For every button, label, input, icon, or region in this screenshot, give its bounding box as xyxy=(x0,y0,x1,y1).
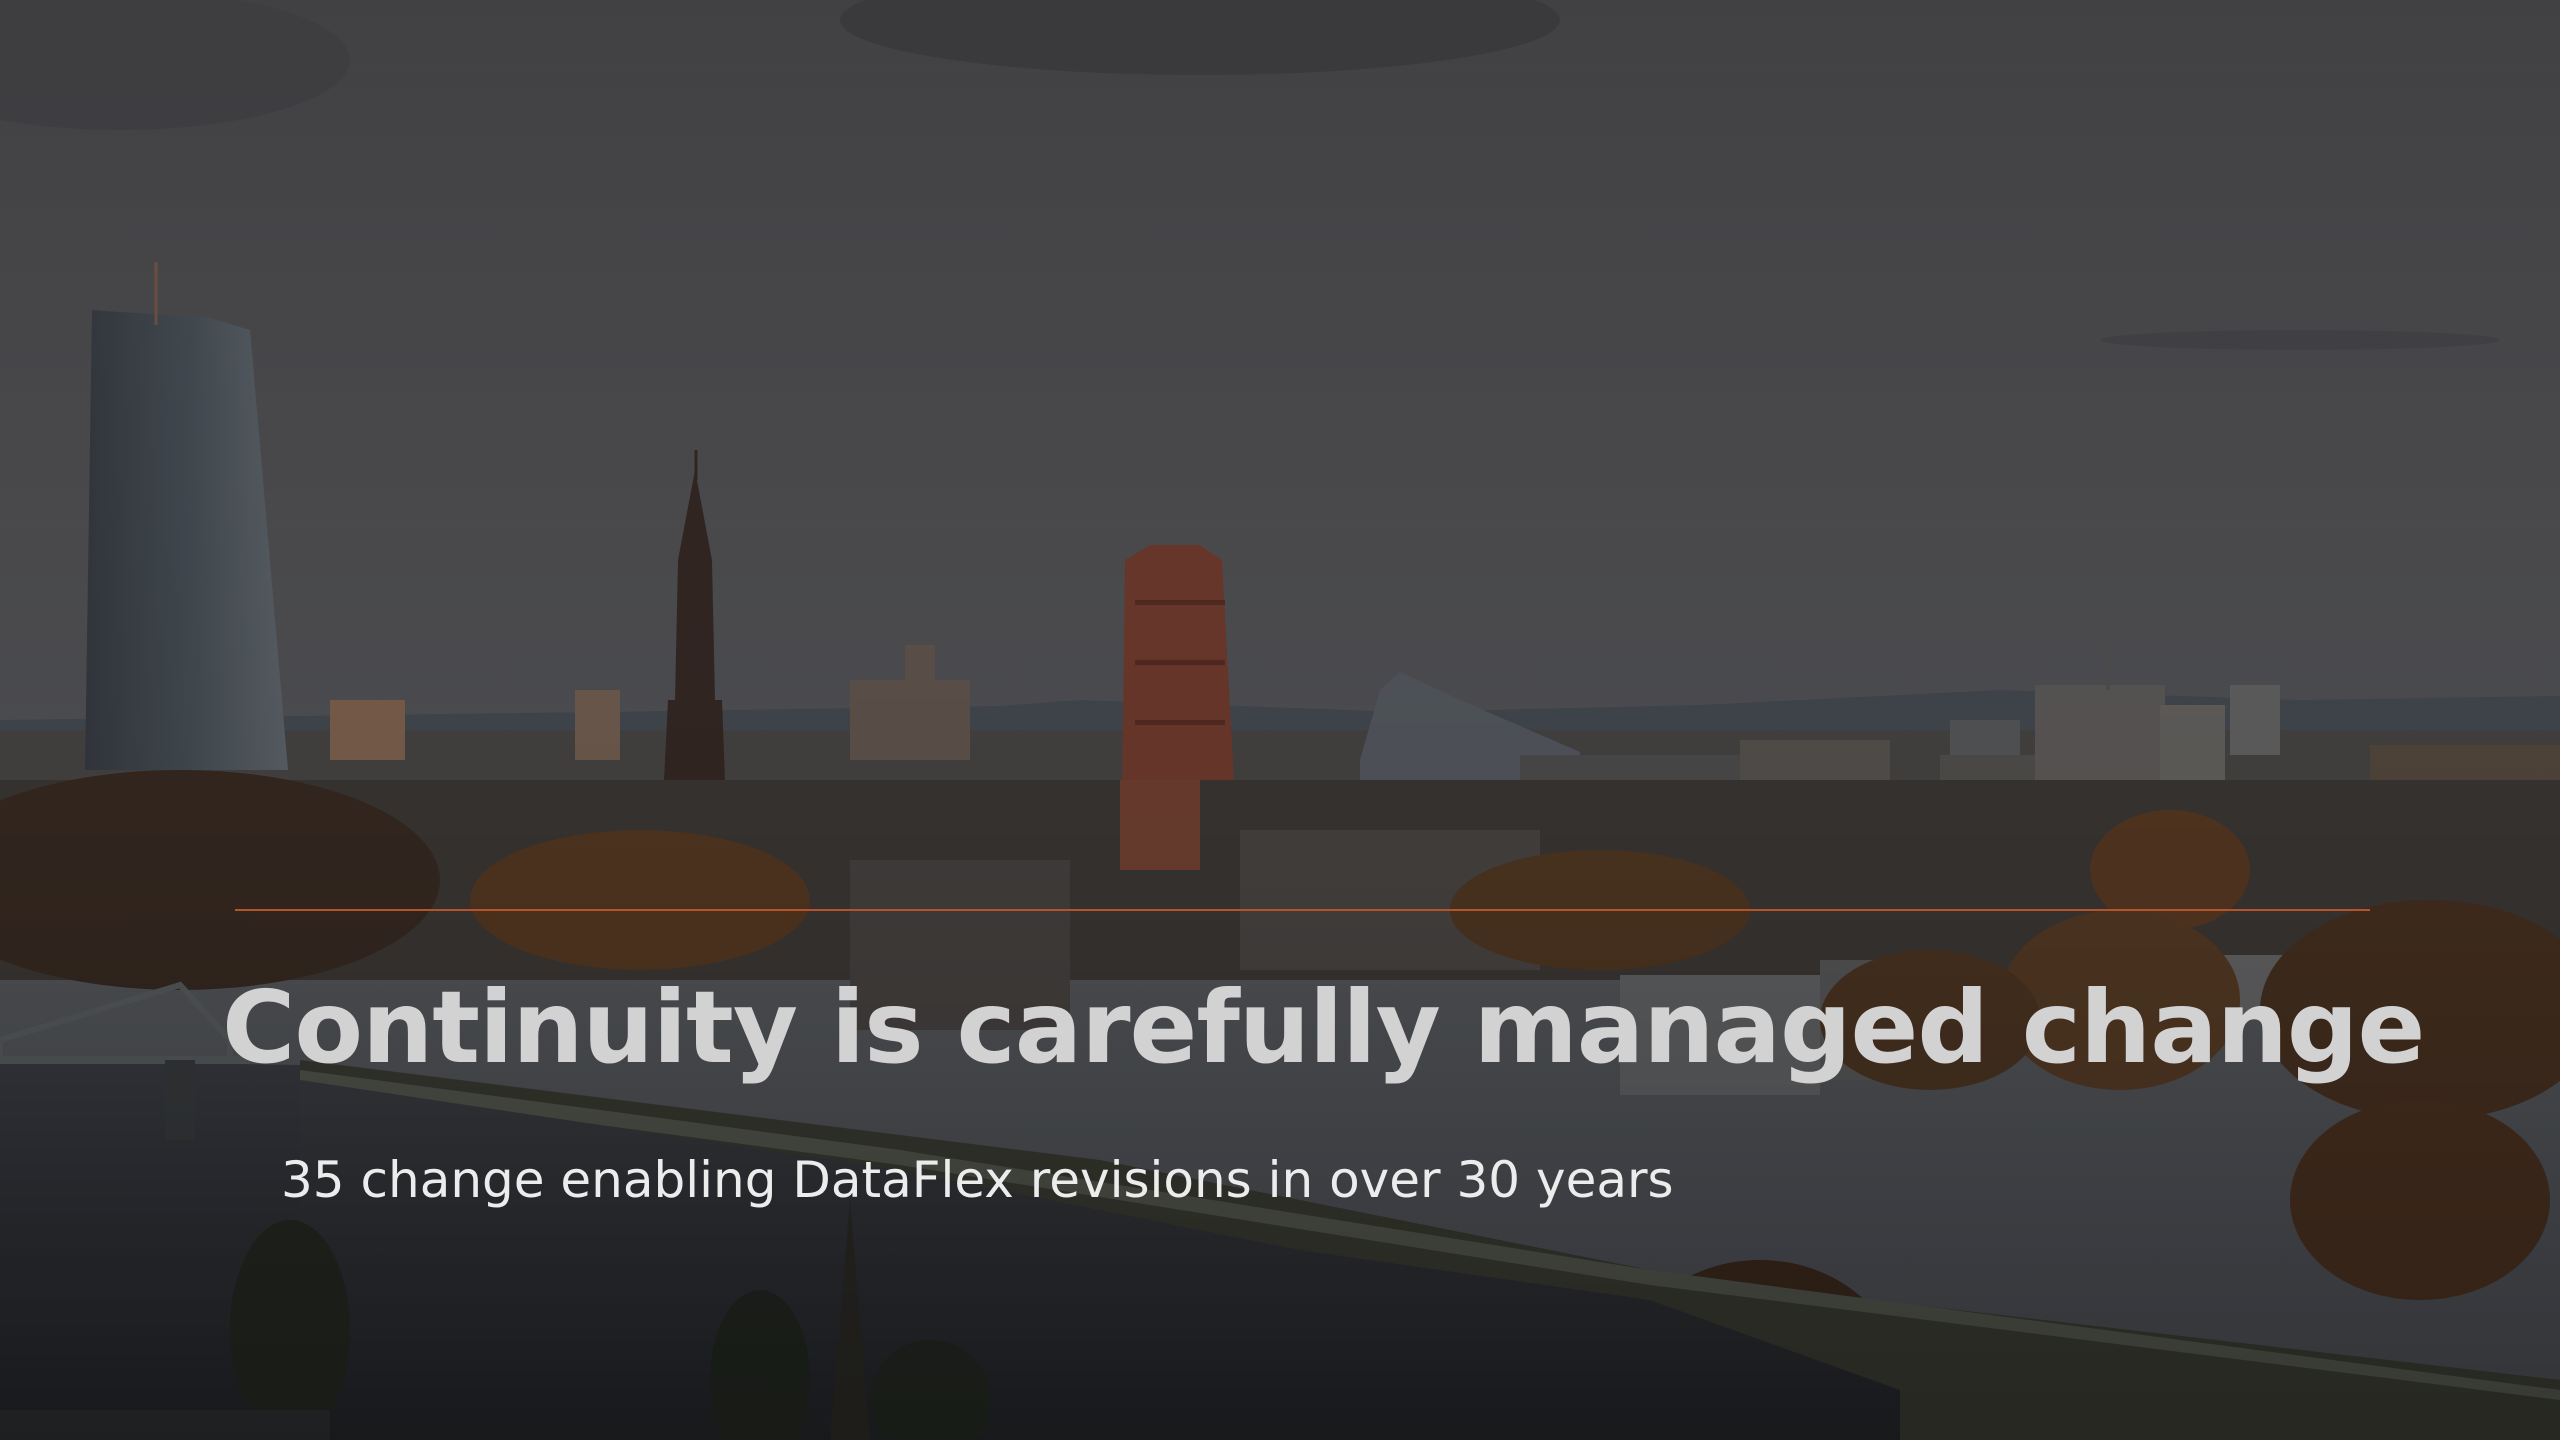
city-skyline-photo xyxy=(0,0,2560,1440)
slide-subtitle: 35 change enabling DataFlex revisions in… xyxy=(281,1151,1674,1209)
slide: Continuity is carefully managed change 3… xyxy=(0,0,2560,1440)
accent-divider-line xyxy=(235,909,2370,911)
slide-title: Continuity is carefully managed change xyxy=(222,969,2425,1086)
